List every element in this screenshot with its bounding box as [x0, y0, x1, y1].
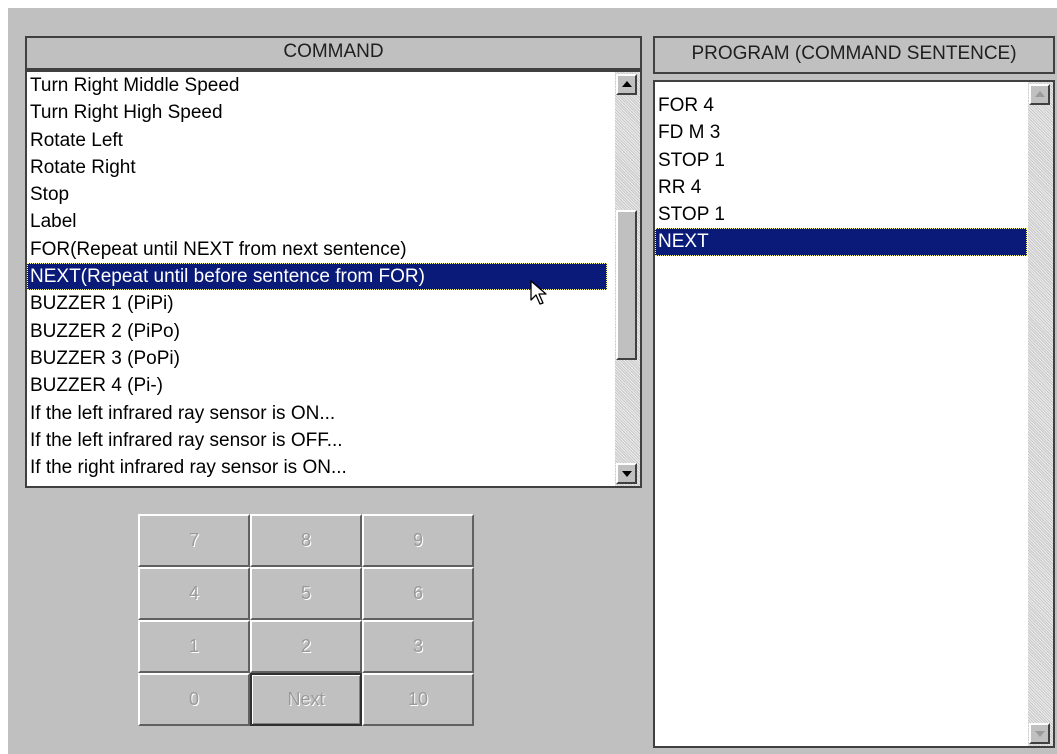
program-header: PROGRAM (COMMAND SENTENCE) — [653, 36, 1055, 74]
keypad-key-2[interactable]: 2 — [250, 620, 362, 673]
command-items: Turn Right Middle Speed Turn Right High S… — [27, 72, 607, 481]
keypad-key-5[interactable]: 5 — [250, 567, 362, 620]
command-list-item[interactable]: Turn Right Middle Speed — [27, 72, 607, 99]
command-list-item[interactable]: If the left infrared ray sensor is ON... — [27, 400, 607, 427]
program-list-item[interactable]: FD M 3 — [655, 119, 1027, 146]
scroll-up-arrow-icon — [622, 81, 632, 87]
application-window: COMMAND Turn Right Middle Speed Turn Righ… — [8, 8, 1057, 754]
program-items: FOR 4 FD M 3 STOP 1 RR 4 STOP 1 NEXT — [655, 92, 1027, 256]
command-list-item[interactable]: NEXT(Repeat until before sentence from F… — [27, 263, 607, 291]
program-list-item[interactable]: NEXT — [655, 228, 1027, 256]
command-list-item[interactable]: If the left infrared ray sensor is OFF..… — [27, 427, 607, 454]
keypad-key-3[interactable]: 3 — [362, 620, 474, 673]
command-list-item[interactable]: Turn Right High Speed — [27, 99, 607, 126]
keypad-key-4[interactable]: 4 — [138, 567, 250, 620]
command-list-item[interactable]: Label — [27, 208, 607, 235]
keypad-key-10[interactable]: 10 — [362, 673, 474, 726]
keypad-key-9[interactable]: 9 — [362, 514, 474, 567]
command-list[interactable]: Turn Right Middle Speed Turn Right High S… — [25, 70, 642, 488]
program-list-item[interactable]: STOP 1 — [655, 201, 1027, 228]
command-list-item[interactable]: BUZZER 4 (Pi-) — [27, 372, 607, 399]
program-list[interactable]: FOR 4 FD M 3 STOP 1 RR 4 STOP 1 NEXT — [653, 80, 1055, 748]
program-list-item[interactable]: RR 4 — [655, 174, 1027, 201]
scroll-down-arrow-icon — [1035, 731, 1045, 737]
command-scroll-thumb[interactable] — [616, 210, 637, 360]
keypad-key-6[interactable]: 6 — [362, 567, 474, 620]
command-scroll-up-button[interactable] — [616, 74, 637, 95]
keypad-key-0[interactable]: 0 — [138, 673, 250, 726]
command-list-item[interactable]: Stop — [27, 181, 607, 208]
command-list-item[interactable]: FOR(Repeat until NEXT from next sentence… — [27, 236, 607, 263]
program-scrollbar[interactable] — [1028, 82, 1053, 746]
program-list-item[interactable]: STOP 1 — [655, 147, 1027, 174]
keypad-key-next[interactable]: Next — [250, 673, 362, 726]
keypad-key-1[interactable]: 1 — [138, 620, 250, 673]
program-scroll-up-button[interactable] — [1029, 84, 1050, 105]
command-list-item[interactable]: BUZZER 3 (PoPi) — [27, 345, 607, 372]
command-list-item[interactable]: BUZZER 1 (PiPi) — [27, 290, 607, 317]
command-list-item[interactable]: If the right infrared ray sensor is ON..… — [27, 454, 607, 481]
command-scrollbar[interactable] — [615, 72, 640, 486]
program-list-item[interactable]: FOR 4 — [655, 92, 1027, 119]
program-scroll-down-button[interactable] — [1029, 723, 1050, 744]
scroll-down-arrow-icon — [622, 471, 632, 477]
mouse-pointer-icon — [530, 280, 547, 305]
command-list-item[interactable]: BUZZER 2 (PiPo) — [27, 318, 607, 345]
number-keypad: 7 8 9 4 5 6 1 2 3 0 Next 10 — [138, 514, 474, 726]
command-header: COMMAND — [25, 36, 642, 70]
command-list-item[interactable]: Rotate Left — [27, 127, 607, 154]
keypad-key-8[interactable]: 8 — [250, 514, 362, 567]
keypad-key-7[interactable]: 7 — [138, 514, 250, 567]
command-list-item[interactable]: Rotate Right — [27, 154, 607, 181]
scroll-up-arrow-icon — [1035, 91, 1045, 97]
command-scroll-down-button[interactable] — [616, 463, 637, 484]
